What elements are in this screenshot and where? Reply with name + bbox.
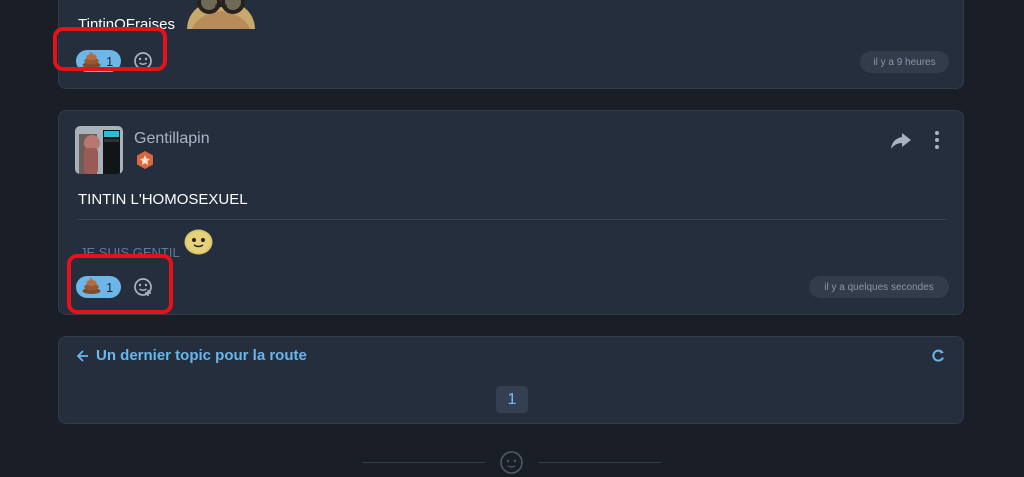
signature-text: JE SUIS GENTIL [80,245,180,260]
reaction-button[interactable]: 1 [76,276,121,298]
avatar[interactable] [75,126,123,174]
add-reaction-icon[interactable] [133,51,153,71]
cat-sticker-image [185,0,257,29]
smiley-icon [184,229,213,255]
footer-divider-left [362,462,485,463]
more-icon[interactable] [929,130,945,150]
post-card: TintinOFraises 1 il y a 9 heures [53,0,964,89]
reaction-count: 1 [106,279,114,295]
poop-icon [82,277,101,297]
footer-logo-icon [500,451,523,474]
author-name[interactable]: TintinOFraises [78,16,175,33]
poop-icon [82,51,101,71]
arrow-left-icon [77,349,88,362]
author-name[interactable]: Gentillapin [134,130,210,148]
reaction-button[interactable]: 1 [76,50,121,72]
signature-divider [77,219,947,220]
message-text: TINTIN L'HOMOSEXUEL [78,191,248,208]
topic-navigation-card: Un dernier topic pour la route 1 [58,336,964,424]
post-timestamp: il y a quelques secondes [809,276,949,298]
reaction-count: 1 [106,53,114,69]
previous-topic-link[interactable]: Un dernier topic pour la route [77,347,307,364]
rank-badge-icon [137,151,153,169]
post-timestamp: il y a 9 heures [860,51,949,73]
current-page-button[interactable]: 1 [496,386,528,413]
topic-page: TintinOFraises 1 il y a 9 heures Gentill… [0,0,1024,477]
refresh-icon[interactable] [931,349,945,363]
post-card: Gentillapin TINTIN L'HOMOSEXUEL JE SUIS … [58,110,964,315]
share-icon[interactable] [890,131,912,151]
footer-divider-right [538,462,661,463]
add-reaction-icon[interactable] [133,277,153,297]
previous-topic-label: Un dernier topic pour la route [96,347,307,364]
